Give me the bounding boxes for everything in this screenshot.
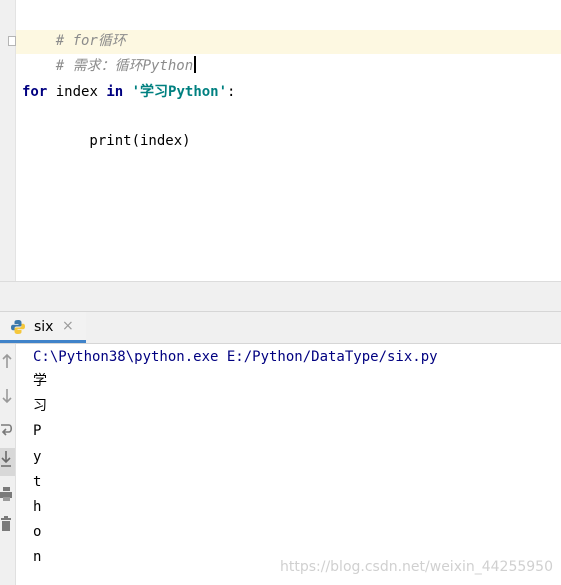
keyword-in: in <box>106 84 124 100</box>
console-command: C:\Python38\python.exe E:/Python/DataTyp… <box>33 349 438 365</box>
code-line-1[interactable]: # for循环 <box>22 5 126 49</box>
code-line-5[interactable]: print(index) <box>22 105 190 149</box>
keyword-for: for <box>22 84 48 100</box>
print-icon[interactable] <box>0 484 15 510</box>
arrow-up-icon[interactable] <box>0 352 15 378</box>
watermark: https://blog.csdn.net/weixin_44255950 <box>279 559 553 575</box>
colon: : <box>227 84 236 100</box>
identifier-index: index <box>47 84 107 100</box>
print-call: print(index) <box>55 133 191 149</box>
console-output-line: 习 <box>33 398 47 414</box>
tab-label: six <box>34 319 54 335</box>
python-icon <box>11 320 25 334</box>
trash-icon[interactable] <box>0 514 15 540</box>
fold-marker-icon[interactable] <box>8 36 16 46</box>
code-line-4[interactable]: for index in '学习Python': <box>22 80 235 104</box>
scroll-to-end-icon[interactable] <box>0 448 15 476</box>
comment-text: # 需求：循环Python <box>55 58 194 74</box>
console-output-line: 学 <box>33 373 47 389</box>
soft-wrap-icon[interactable] <box>0 420 15 446</box>
text-caret <box>194 56 197 73</box>
console-output-line: o <box>33 524 42 540</box>
arrow-down-icon[interactable] <box>0 386 15 412</box>
console-output-line: P <box>33 423 42 439</box>
editor-bottom-gap <box>0 281 561 312</box>
run-toolbar <box>0 344 16 585</box>
run-tool-tabbar: six × <box>0 311 561 344</box>
string-literal: '学习Python' <box>131 84 228 100</box>
code-editor[interactable]: # for循环 # 需求：循环Python for index in '学习Py… <box>0 0 561 281</box>
console-output-line: n <box>33 549 42 565</box>
code-line-2[interactable]: # 需求：循环Python <box>22 30 197 74</box>
close-icon[interactable]: × <box>62 318 74 334</box>
console-output-line: h <box>33 499 42 515</box>
console-output-line: y <box>33 449 42 465</box>
console-output-line: t <box>33 474 42 490</box>
tab-six[interactable]: six × <box>0 312 86 343</box>
